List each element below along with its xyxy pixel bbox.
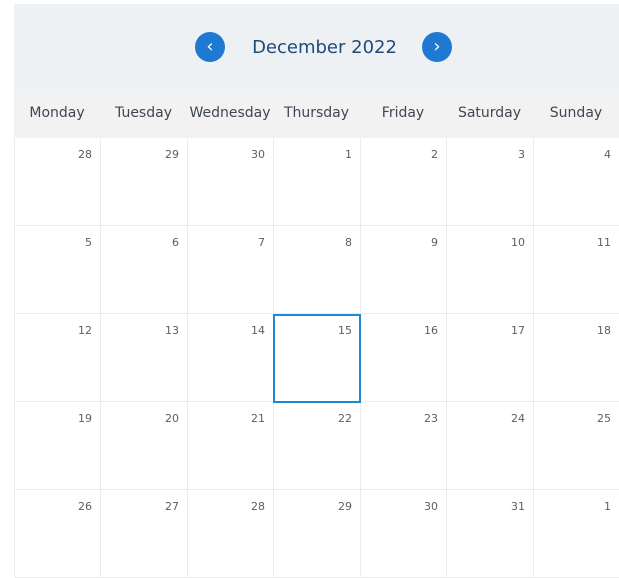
day-number: 29	[165, 148, 179, 161]
day-cell[interactable]: 21	[188, 402, 274, 490]
calendar-header: ‹ December 2022 ›	[14, 4, 619, 89]
day-number: 22	[338, 412, 352, 425]
day-number: 3	[518, 148, 525, 161]
day-cell[interactable]: 4	[534, 138, 619, 226]
day-cell[interactable]: 24	[447, 402, 534, 490]
day-cell[interactable]: 14	[188, 314, 274, 402]
prev-month-button[interactable]: ‹	[195, 32, 225, 62]
day-number: 14	[251, 324, 265, 337]
day-cell[interactable]: 28	[15, 138, 101, 226]
day-cell[interactable]: 1	[274, 138, 361, 226]
day-number: 31	[511, 500, 525, 513]
day-number: 28	[251, 500, 265, 513]
day-number: 13	[165, 324, 179, 337]
weekday-monday: Monday	[29, 105, 85, 121]
day-cell[interactable]: 7	[188, 226, 274, 314]
day-number: 4	[604, 148, 611, 161]
day-number: 17	[511, 324, 525, 337]
day-cell[interactable]: 30	[188, 138, 274, 226]
weekday-thursday: Thursday	[283, 105, 350, 121]
day-number: 2	[431, 148, 438, 161]
chevron-right-icon: ›	[433, 36, 441, 57]
chevron-left-icon: ‹	[206, 36, 214, 57]
weekday-saturday: Saturday	[457, 105, 522, 121]
day-number: 28	[78, 148, 92, 161]
day-cell[interactable]: 2	[361, 138, 447, 226]
day-number: 30	[424, 500, 438, 513]
next-month-button[interactable]: ›	[422, 32, 452, 62]
day-number: 27	[165, 500, 179, 513]
day-cell[interactable]: 10	[447, 226, 534, 314]
day-number: 7	[258, 236, 265, 249]
day-cell[interactable]: 5	[15, 226, 101, 314]
day-number: 25	[597, 412, 611, 425]
day-cell[interactable]: 30	[361, 490, 447, 578]
day-cell[interactable]: 18	[534, 314, 619, 402]
day-cell[interactable]: 23	[361, 402, 447, 490]
day-cell[interactable]: 19	[15, 402, 101, 490]
day-cell[interactable]: 3	[447, 138, 534, 226]
day-cell[interactable]: 29	[101, 138, 188, 226]
day-number: 20	[165, 412, 179, 425]
day-cell[interactable]: 17	[447, 314, 534, 402]
day-cell[interactable]: 22	[274, 402, 361, 490]
day-number: 15	[338, 324, 352, 337]
day-cell[interactable]: 16	[361, 314, 447, 402]
month-title: December 2022	[252, 37, 397, 58]
day-number: 11	[597, 236, 611, 249]
day-number: 12	[78, 324, 92, 337]
day-number: 18	[597, 324, 611, 337]
day-cell[interactable]: 27	[101, 490, 188, 578]
day-cell[interactable]: 1	[534, 490, 619, 578]
weekday-tuesday: Tuesday	[115, 105, 172, 121]
day-cell[interactable]: 8	[274, 226, 361, 314]
day-number: 1	[604, 500, 611, 513]
weekday-header: Monday Tuesday Wednesday Thursday Friday…	[14, 88, 619, 139]
weekday-friday: Friday	[381, 105, 425, 121]
day-number: 10	[511, 236, 525, 249]
day-number: 29	[338, 500, 352, 513]
day-cell[interactable]: 12	[15, 314, 101, 402]
day-number: 9	[431, 236, 438, 249]
day-cell[interactable]: 20	[101, 402, 188, 490]
day-cell[interactable]: 13	[101, 314, 188, 402]
calendar: ‹ December 2022 › Monday Tuesday Wednesd…	[0, 0, 619, 578]
day-number: 5	[85, 236, 92, 249]
day-number: 21	[251, 412, 265, 425]
day-cell[interactable]: 26	[15, 490, 101, 578]
day-number: 30	[251, 148, 265, 161]
day-number: 8	[345, 236, 352, 249]
day-cell[interactable]: 11	[534, 226, 619, 314]
day-number: 16	[424, 324, 438, 337]
day-cell[interactable]: 25	[534, 402, 619, 490]
day-number: 23	[424, 412, 438, 425]
day-cell[interactable]: 28	[188, 490, 274, 578]
day-number: 19	[78, 412, 92, 425]
day-number: 24	[511, 412, 525, 425]
day-cell[interactable]: 6	[101, 226, 188, 314]
day-cell[interactable]: 31	[447, 490, 534, 578]
weekday-sunday: Sunday	[549, 105, 603, 121]
day-number: 26	[78, 500, 92, 513]
day-cell[interactable]: 15	[274, 314, 361, 402]
day-number: 1	[345, 148, 352, 161]
day-number: 6	[172, 236, 179, 249]
day-cell[interactable]: 9	[361, 226, 447, 314]
weekday-wednesday: Wednesday	[189, 105, 271, 121]
calendar-grid: 28 29 30 1 2 3 4 5 6 7 8 9 10 11 12 13 14 15 16 17 18 19 20 21 2…	[14, 138, 619, 578]
day-cell[interactable]: 29	[274, 490, 361, 578]
